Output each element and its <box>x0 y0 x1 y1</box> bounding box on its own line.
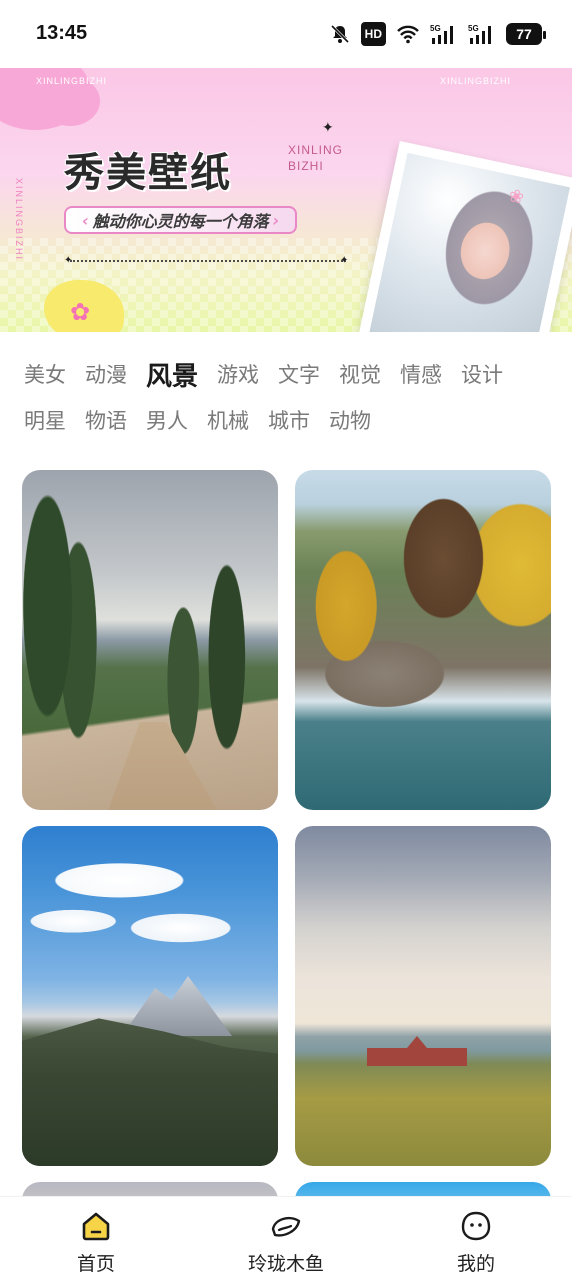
category-tab[interactable]: 明星 <box>24 405 66 435</box>
category-tab-active[interactable]: 风景 <box>143 356 203 395</box>
flower-icon: ✿ <box>70 298 91 326</box>
nav-wooden-fish[interactable]: 玲珑木鱼 <box>216 1209 356 1276</box>
chevron-left-icon: ‹ <box>82 210 89 230</box>
5g-signal-icon: 5G <box>468 22 496 46</box>
category-row: 美女 动漫 风景 游戏 文字 视觉 情感 设计 <box>24 354 554 395</box>
nav-mine[interactable]: 我的 <box>406 1209 546 1276</box>
category-tab[interactable]: 视觉 <box>339 359 381 389</box>
category-tab[interactable]: 美女 <box>24 359 66 389</box>
sparkle-icon: ✦ <box>340 255 349 266</box>
nav-mine-label: 我的 <box>456 1253 495 1275</box>
banner[interactable]: ✿ XINLINGBIZHI XINLINGBIZHI XINLINGBIZHI… <box>0 68 572 332</box>
nav-home-label: 首页 <box>76 1253 115 1275</box>
banner-en-line: BIZHI <box>288 159 324 173</box>
category-tab[interactable]: 物语 <box>85 405 127 435</box>
mute-bell-icon <box>329 22 351 46</box>
category-tab[interactable]: 动物 <box>329 405 371 435</box>
barn-shape <box>367 1036 467 1066</box>
category-tab[interactable]: 游戏 <box>217 359 259 389</box>
category-tab[interactable]: 文字 <box>278 359 320 389</box>
category-tab[interactable]: 情感 <box>400 359 442 389</box>
category-tab[interactable]: 动漫 <box>85 359 127 389</box>
category-tab[interactable]: 机械 <box>207 405 249 435</box>
banner-divider <box>70 260 346 262</box>
category-tabs: 美女 动漫 风景 游戏 文字 视觉 情感 设计 明星 物语 男人 机械 城市 动… <box>24 354 554 446</box>
category-tab[interactable]: 男人 <box>146 405 188 435</box>
hill-shape <box>22 1018 278 1166</box>
wooden-fish-icon <box>269 1209 303 1243</box>
status-bar: 13:45 HD 5G 5G 77 <box>0 0 572 68</box>
wifi-icon <box>396 22 420 46</box>
svg-text:5G: 5G <box>430 24 441 33</box>
battery-level: 77 <box>516 26 532 42</box>
banner-photo-image <box>368 152 570 332</box>
svg-text:5G: 5G <box>468 24 479 33</box>
battery-icon: 77 <box>506 23 546 45</box>
5g-signal-icon: 5G <box>430 22 458 46</box>
wallpaper-card-forest-road[interactable] <box>22 470 278 810</box>
category-row: 明星 物语 男人 机械 城市 动物 <box>24 400 554 440</box>
banner-subtitle: ‹ 触动你心灵的每一个角落 › <box>64 206 298 234</box>
category-tab[interactable]: 设计 <box>461 359 503 389</box>
banner-en-line: XINLING <box>288 143 344 157</box>
wallpaper-card-mill-waterfall[interactable] <box>295 470 551 810</box>
banner-photo: ❀ <box>356 140 572 332</box>
wallpaper-card-mountain-sky[interactable] <box>22 826 278 1166</box>
status-time: 13:45 <box>36 22 88 44</box>
banner-en-text: XINLING BIZHI <box>288 142 343 174</box>
banner-subtitle-text: 触动你心灵的每一个角落 <box>92 212 269 231</box>
banner-corner-text: XINLINGBIZHI <box>440 76 512 86</box>
sparkle-icon: ✦ <box>322 120 334 136</box>
home-icon <box>79 1209 113 1243</box>
profile-face-icon <box>459 1209 493 1243</box>
banner-title: 秀美壁纸 <box>64 150 232 196</box>
nav-home[interactable]: 首页 <box>26 1209 166 1276</box>
category-tab[interactable]: 城市 <box>268 405 310 435</box>
status-icons: HD 5G 5G 77 <box>329 20 546 48</box>
nav-wooden-fish-label: 玲珑木鱼 <box>247 1253 324 1275</box>
road-shape <box>104 722 224 810</box>
hd-icon: HD <box>360 22 386 46</box>
banner-vertical-text: XINLINGBIZHI <box>14 178 24 262</box>
chevron-right-icon: › <box>272 210 280 230</box>
bottom-nav: 首页 玲珑木鱼 我的 <box>0 1196 572 1279</box>
sparkle-icon: ✦ <box>64 255 73 266</box>
wallpaper-card-prairie-barn[interactable] <box>295 826 551 1166</box>
banner-corner-text: XINLINGBIZHI <box>36 76 108 86</box>
